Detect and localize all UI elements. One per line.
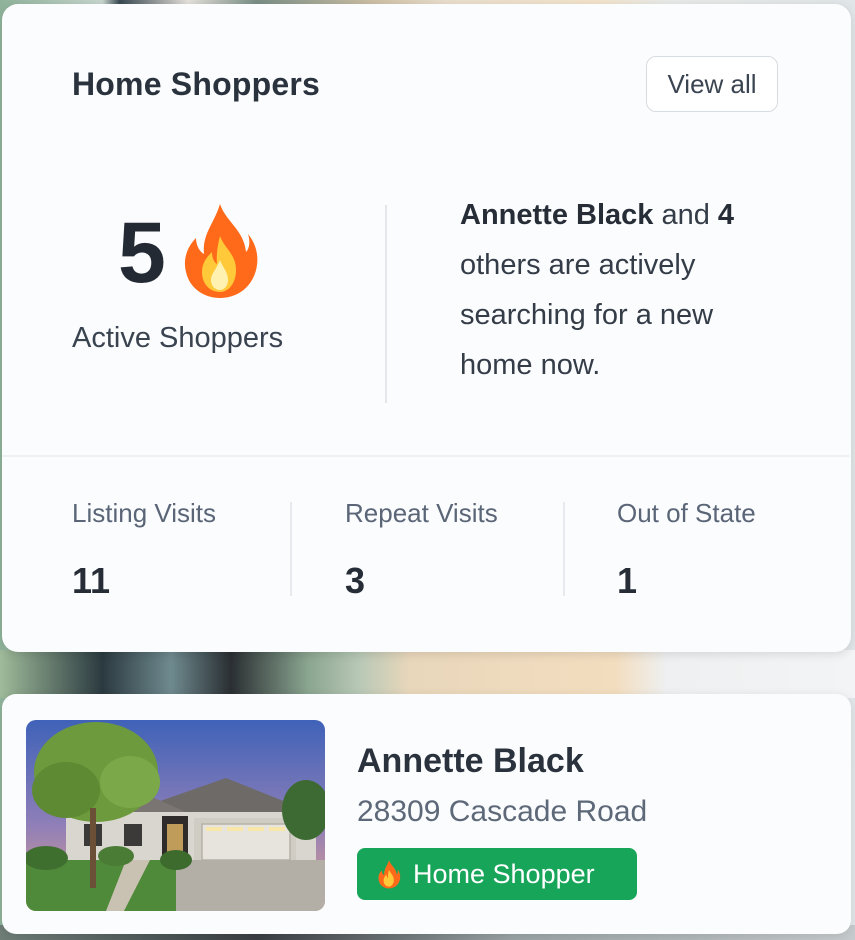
fire-icon [378,860,401,889]
stat-label: Repeat Visits [345,498,498,528]
horizontal-divider [2,455,849,457]
summary-connector: and [653,199,718,231]
stat-repeat-visits: Repeat Visits 3 [345,498,498,601]
stat-out-of-state: Out of State 1 [617,498,756,601]
active-shoppers-count: 5 [118,205,166,301]
fire-icon [184,204,258,298]
stat-divider [563,502,565,596]
stat-listing-visits: Listing Visits 11 [72,498,217,601]
view-all-button[interactable]: View all [646,56,778,112]
stat-value: 1 [617,560,638,601]
summary-others-count: 4 [717,199,735,231]
shopper-address: 28309 Cascade Road [357,795,648,828]
stat-divider [290,502,292,596]
stat-value: 11 [72,560,111,601]
stat-value: 3 [345,560,366,601]
stat-label: Listing Visits [72,498,217,528]
active-summary: Annette Black and 4 others are actively … [460,190,790,390]
summary-rest: others are actively searching for a new … [460,249,714,381]
summary-name: Annette Black [460,199,654,231]
vertical-divider [385,205,387,403]
shopper-name[interactable]: Annette Black [357,742,584,781]
card-title: Home Shoppers [72,66,320,102]
active-shoppers-label: Active Shoppers [72,322,284,354]
stat-label: Out of State [617,498,756,528]
house-photo [26,720,325,911]
home-shopper-badge: Home Shopper [357,848,637,900]
background-photo-band [0,650,855,698]
badge-label: Home Shopper [413,858,595,889]
